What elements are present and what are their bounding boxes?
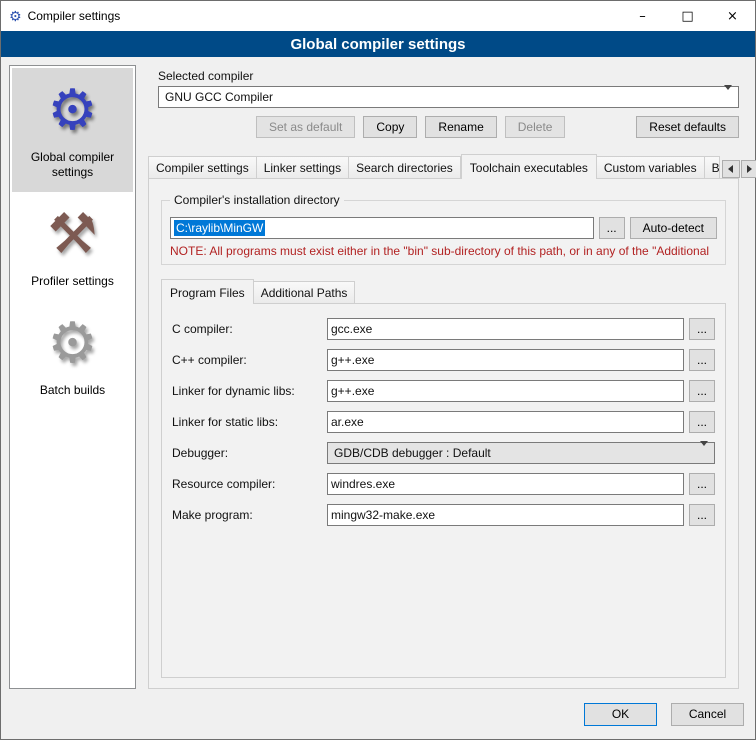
compiler-settings-window: ⚙ Compiler settings – □ × Global compile… bbox=[0, 0, 756, 740]
bin-subdirectory-note: NOTE: All programs must exist either in … bbox=[170, 244, 717, 258]
installation-directory-row: C:\raylib\MinGW ... Auto-detect bbox=[170, 217, 717, 239]
set-as-default-button: Set as default bbox=[256, 116, 355, 138]
close-button[interactable]: × bbox=[710, 1, 755, 31]
resource-compiler-row: Resource compiler: windres.exe ... bbox=[172, 473, 715, 495]
settings-tabstrip: Compiler settings Linker settings Search… bbox=[148, 154, 739, 178]
tab-scrollers bbox=[720, 160, 756, 178]
sidebar-item-global-compiler-settings[interactable]: ⚙ Global compiler settings bbox=[12, 68, 133, 192]
tab-scroll-right-button[interactable] bbox=[741, 160, 756, 178]
c-compiler-browse-button[interactable]: ... bbox=[689, 318, 715, 340]
cancel-button[interactable]: Cancel bbox=[671, 703, 744, 726]
window-title: Compiler settings bbox=[28, 9, 121, 23]
install-dir-selected-text: C:\raylib\MinGW bbox=[174, 220, 265, 236]
tab-linker-settings[interactable]: Linker settings bbox=[257, 156, 349, 178]
debugger-row: Debugger: GDB/CDB debugger : Default bbox=[172, 442, 715, 464]
tab-toolchain-executables[interactable]: Toolchain executables bbox=[461, 154, 597, 179]
ok-button[interactable]: OK bbox=[584, 703, 657, 726]
static-linker-input[interactable]: ar.exe bbox=[327, 411, 684, 433]
program-files-panel: C compiler: gcc.exe ... C++ compiler: g+… bbox=[161, 303, 726, 678]
selected-compiler-dropdown[interactable]: GNU GCC Compiler bbox=[158, 86, 739, 108]
tab-additional-paths[interactable]: Additional Paths bbox=[254, 281, 356, 303]
reset-defaults-button[interactable]: Reset defaults bbox=[636, 116, 739, 138]
tab-scroll-left-button[interactable] bbox=[722, 160, 740, 178]
sidebar-item-profiler-settings[interactable]: ⚒ Profiler settings bbox=[12, 192, 133, 301]
make-program-browse-button[interactable]: ... bbox=[689, 504, 715, 526]
sidebar-item-label: Batch builds bbox=[14, 383, 131, 398]
tab-program-files[interactable]: Program Files bbox=[161, 279, 254, 304]
profiler-tool-icon: ⚒ bbox=[14, 202, 131, 270]
resource-compiler-input[interactable]: windres.exe bbox=[327, 473, 684, 495]
c-compiler-row: C compiler: gcc.exe ... bbox=[172, 318, 715, 340]
sidebar-item-label: Profiler settings bbox=[14, 274, 131, 289]
make-program-row: Make program: mingw32-make.exe ... bbox=[172, 504, 715, 526]
cpp-compiler-browse-button[interactable]: ... bbox=[689, 349, 715, 371]
installation-directory-group: Compiler's installation directory C:\ray… bbox=[161, 193, 726, 265]
make-program-label: Make program: bbox=[172, 508, 322, 522]
debugger-value: GDB/CDB debugger : Default bbox=[334, 446, 491, 460]
app-icon: ⚙ bbox=[9, 9, 22, 23]
dynamic-linker-label: Linker for dynamic libs: bbox=[172, 384, 322, 398]
resource-compiler-browse-button[interactable]: ... bbox=[689, 473, 715, 495]
c-compiler-label: C compiler: bbox=[172, 322, 322, 336]
debugger-label: Debugger: bbox=[172, 446, 322, 460]
gear-icon: ⚙ bbox=[14, 78, 131, 146]
minimize-button[interactable]: – bbox=[620, 1, 665, 31]
toolchain-executables-panel: Compiler's installation directory C:\ray… bbox=[148, 178, 739, 689]
static-linker-row: Linker for static libs: ar.exe ... bbox=[172, 411, 715, 433]
c-compiler-value: gcc.exe bbox=[331, 322, 372, 336]
dynamic-linker-value: g++.exe bbox=[331, 384, 374, 398]
install-dir-input[interactable]: C:\raylib\MinGW bbox=[170, 217, 594, 239]
maximize-button[interactable]: □ bbox=[665, 1, 710, 31]
dialog-header: Global compiler settings bbox=[1, 31, 755, 57]
copy-button[interactable]: Copy bbox=[363, 116, 417, 138]
install-dir-browse-button[interactable]: ... bbox=[599, 217, 625, 239]
make-program-input[interactable]: mingw32-make.exe bbox=[327, 504, 684, 526]
resource-compiler-label: Resource compiler: bbox=[172, 477, 322, 491]
static-linker-label: Linker for static libs: bbox=[172, 415, 322, 429]
static-linker-browse-button[interactable]: ... bbox=[689, 411, 715, 433]
selected-compiler-label: Selected compiler bbox=[158, 69, 747, 83]
delete-button: Delete bbox=[505, 116, 566, 138]
tab-build-options[interactable]: Buil bbox=[705, 156, 720, 178]
make-program-value: mingw32-make.exe bbox=[331, 508, 435, 522]
tab-search-directories[interactable]: Search directories bbox=[349, 156, 461, 178]
rename-button[interactable]: Rename bbox=[425, 116, 496, 138]
sidebar-item-label: Global compiler settings bbox=[14, 150, 131, 180]
sidebar-item-batch-builds[interactable]: ⚙ Batch builds bbox=[12, 301, 133, 410]
compiler-actions: Set as default Copy Rename Delete Reset … bbox=[158, 116, 739, 138]
cpp-compiler-input[interactable]: g++.exe bbox=[327, 349, 684, 371]
chevron-down-icon bbox=[724, 90, 732, 104]
gears-icon: ⚙ bbox=[14, 311, 131, 379]
resource-compiler-value: windres.exe bbox=[331, 477, 395, 491]
auto-detect-button[interactable]: Auto-detect bbox=[630, 217, 717, 239]
dynamic-linker-row: Linker for dynamic libs: g++.exe ... bbox=[172, 380, 715, 402]
program-files-tabstrip: Program Files Additional Paths bbox=[161, 279, 726, 303]
window-controls: – □ × bbox=[620, 1, 755, 31]
tab-custom-variables[interactable]: Custom variables bbox=[597, 156, 705, 178]
settings-sidebar: ⚙ Global compiler settings ⚒ Profiler se… bbox=[9, 65, 136, 689]
cpp-compiler-label: C++ compiler: bbox=[172, 353, 322, 367]
c-compiler-input[interactable]: gcc.exe bbox=[327, 318, 684, 340]
debugger-dropdown[interactable]: GDB/CDB debugger : Default bbox=[327, 442, 715, 464]
main-panel: Selected compiler GNU GCC Compiler Set a… bbox=[146, 65, 747, 689]
cpp-compiler-row: C++ compiler: g++.exe ... bbox=[172, 349, 715, 371]
cpp-compiler-value: g++.exe bbox=[331, 353, 374, 367]
content-area: ⚙ Global compiler settings ⚒ Profiler se… bbox=[1, 57, 755, 697]
arrow-right-icon bbox=[747, 165, 752, 173]
dynamic-linker-input[interactable]: g++.exe bbox=[327, 380, 684, 402]
chevron-down-icon bbox=[700, 446, 708, 460]
tab-compiler-settings[interactable]: Compiler settings bbox=[148, 156, 257, 178]
static-linker-value: ar.exe bbox=[331, 415, 364, 429]
selected-compiler-value: GNU GCC Compiler bbox=[165, 90, 273, 104]
titlebar: ⚙ Compiler settings – □ × bbox=[1, 1, 755, 31]
installation-directory-legend: Compiler's installation directory bbox=[170, 193, 344, 207]
dynamic-linker-browse-button[interactable]: ... bbox=[689, 380, 715, 402]
dialog-footer: OK Cancel bbox=[1, 697, 755, 739]
arrow-left-icon bbox=[728, 165, 733, 173]
